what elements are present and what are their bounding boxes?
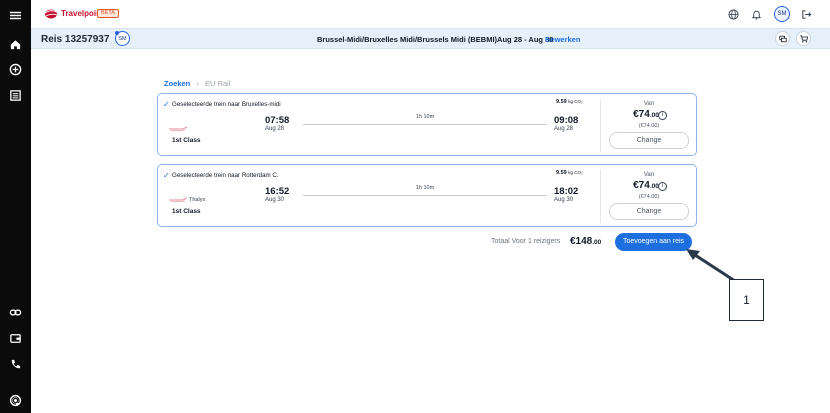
total-label: Totaal Voor 1 reizigers	[491, 238, 561, 245]
chat-icon	[778, 35, 787, 42]
journey-card-return: ✓ Geselecteerde trein naar Rotterdam C. …	[157, 164, 697, 227]
at-icon[interactable]	[0, 389, 31, 411]
arrival-date: Aug 30	[554, 197, 574, 203]
emissions-info: 9.59 kg CO₂	[556, 170, 583, 176]
price-divider	[600, 99, 601, 152]
home-icon[interactable]	[0, 33, 31, 55]
price-divider	[600, 170, 601, 223]
status-dot	[115, 31, 119, 35]
logo-globe-icon	[44, 9, 58, 19]
trip-avatar-initials: SM	[118, 35, 127, 42]
globe-icon[interactable]	[726, 7, 740, 21]
arrival-time: 09:08	[554, 115, 579, 126]
trip-route: Brussel-Midi/Bruxelles Midi/Brussels Mid…	[317, 35, 554, 44]
journey-duration: 1h 10m	[415, 185, 435, 191]
trip-title: Reis 13257937	[41, 34, 110, 45]
beta-badge: BETA	[97, 9, 119, 18]
breadcrumb-search-link[interactable]: Zoeken	[164, 79, 190, 88]
check-icon: ✓	[163, 171, 170, 180]
journey-duration: 1h 10m	[415, 114, 435, 120]
departure-date: Aug 30	[265, 197, 285, 203]
logout-icon[interactable]	[799, 7, 813, 21]
breadcrumb-current: EU Rail	[204, 79, 231, 88]
class-label: 1st Class	[172, 208, 201, 215]
link-icon[interactable]	[0, 301, 31, 323]
user-avatar[interactable]: SM	[774, 6, 790, 22]
list-icon[interactable]	[0, 84, 31, 106]
price-breakdown: (€74.00)	[638, 123, 660, 129]
arrival-time: 18:02	[554, 186, 579, 197]
journey-card-outbound: ✓ Geselecteerde trein naar Bruxelles-mid…	[157, 93, 697, 156]
class-label: 1st Class	[172, 137, 201, 144]
change-button[interactable]: Change	[609, 132, 689, 149]
train-operator-logo	[169, 197, 187, 202]
bell-icon[interactable]	[749, 7, 763, 21]
price-value: €74.00	[633, 109, 659, 120]
duration-line	[303, 124, 547, 125]
from-label: Van	[643, 172, 655, 178]
price-value: €74.00	[633, 180, 659, 191]
breadcrumb-separator: ›	[196, 79, 199, 88]
arrival-date: Aug 28	[554, 126, 574, 132]
info-icon[interactable]: i	[658, 182, 667, 191]
annotation-label: 1	[743, 293, 750, 307]
duration-line	[303, 195, 547, 196]
phone-icon[interactable]	[0, 353, 31, 375]
journey-header: Geselecteerde trein naar Bruxelles-midi	[172, 101, 281, 108]
top-bar: Travelpoint BETA SM	[31, 0, 830, 28]
emissions-info: 9.59 kg CO₂	[556, 99, 583, 105]
departure-time: 07:58	[265, 115, 290, 126]
plus-circle-icon[interactable]	[0, 58, 31, 80]
total-amount: €148.00	[570, 236, 602, 247]
departure-time: 16:52	[265, 186, 290, 197]
chat-button[interactable]	[775, 31, 790, 46]
breadcrumb: Zoeken › EU Rail	[164, 79, 230, 88]
trip-bar: Reis 13257937 SM Brussel-Midi/Bruxelles …	[31, 28, 830, 49]
train-operator-logo	[169, 126, 187, 131]
sidebar	[0, 0, 31, 413]
journey-header: Geselecteerde trein naar Rotterdam C.	[172, 172, 279, 179]
departure-date: Aug 28	[265, 126, 285, 132]
price-breakdown: (€74.00)	[638, 194, 660, 200]
travelpoint-logo[interactable]: Travelpoint	[44, 8, 104, 19]
edit-trip-link[interactable]: Bewerken	[545, 35, 580, 44]
info-icon[interactable]: i	[658, 111, 667, 120]
check-icon: ✓	[163, 100, 170, 109]
operator-name: Thalys	[189, 197, 206, 203]
change-button[interactable]: Change	[609, 203, 689, 220]
cart-icon	[799, 34, 808, 43]
trip-traveler-avatar[interactable]: SM	[115, 31, 130, 46]
cart-button[interactable]	[796, 31, 811, 46]
menu-icon[interactable]	[0, 4, 31, 26]
from-label: Van	[643, 101, 655, 107]
wallet-icon[interactable]	[0, 327, 31, 349]
annotation-label-box: 1	[729, 279, 764, 321]
